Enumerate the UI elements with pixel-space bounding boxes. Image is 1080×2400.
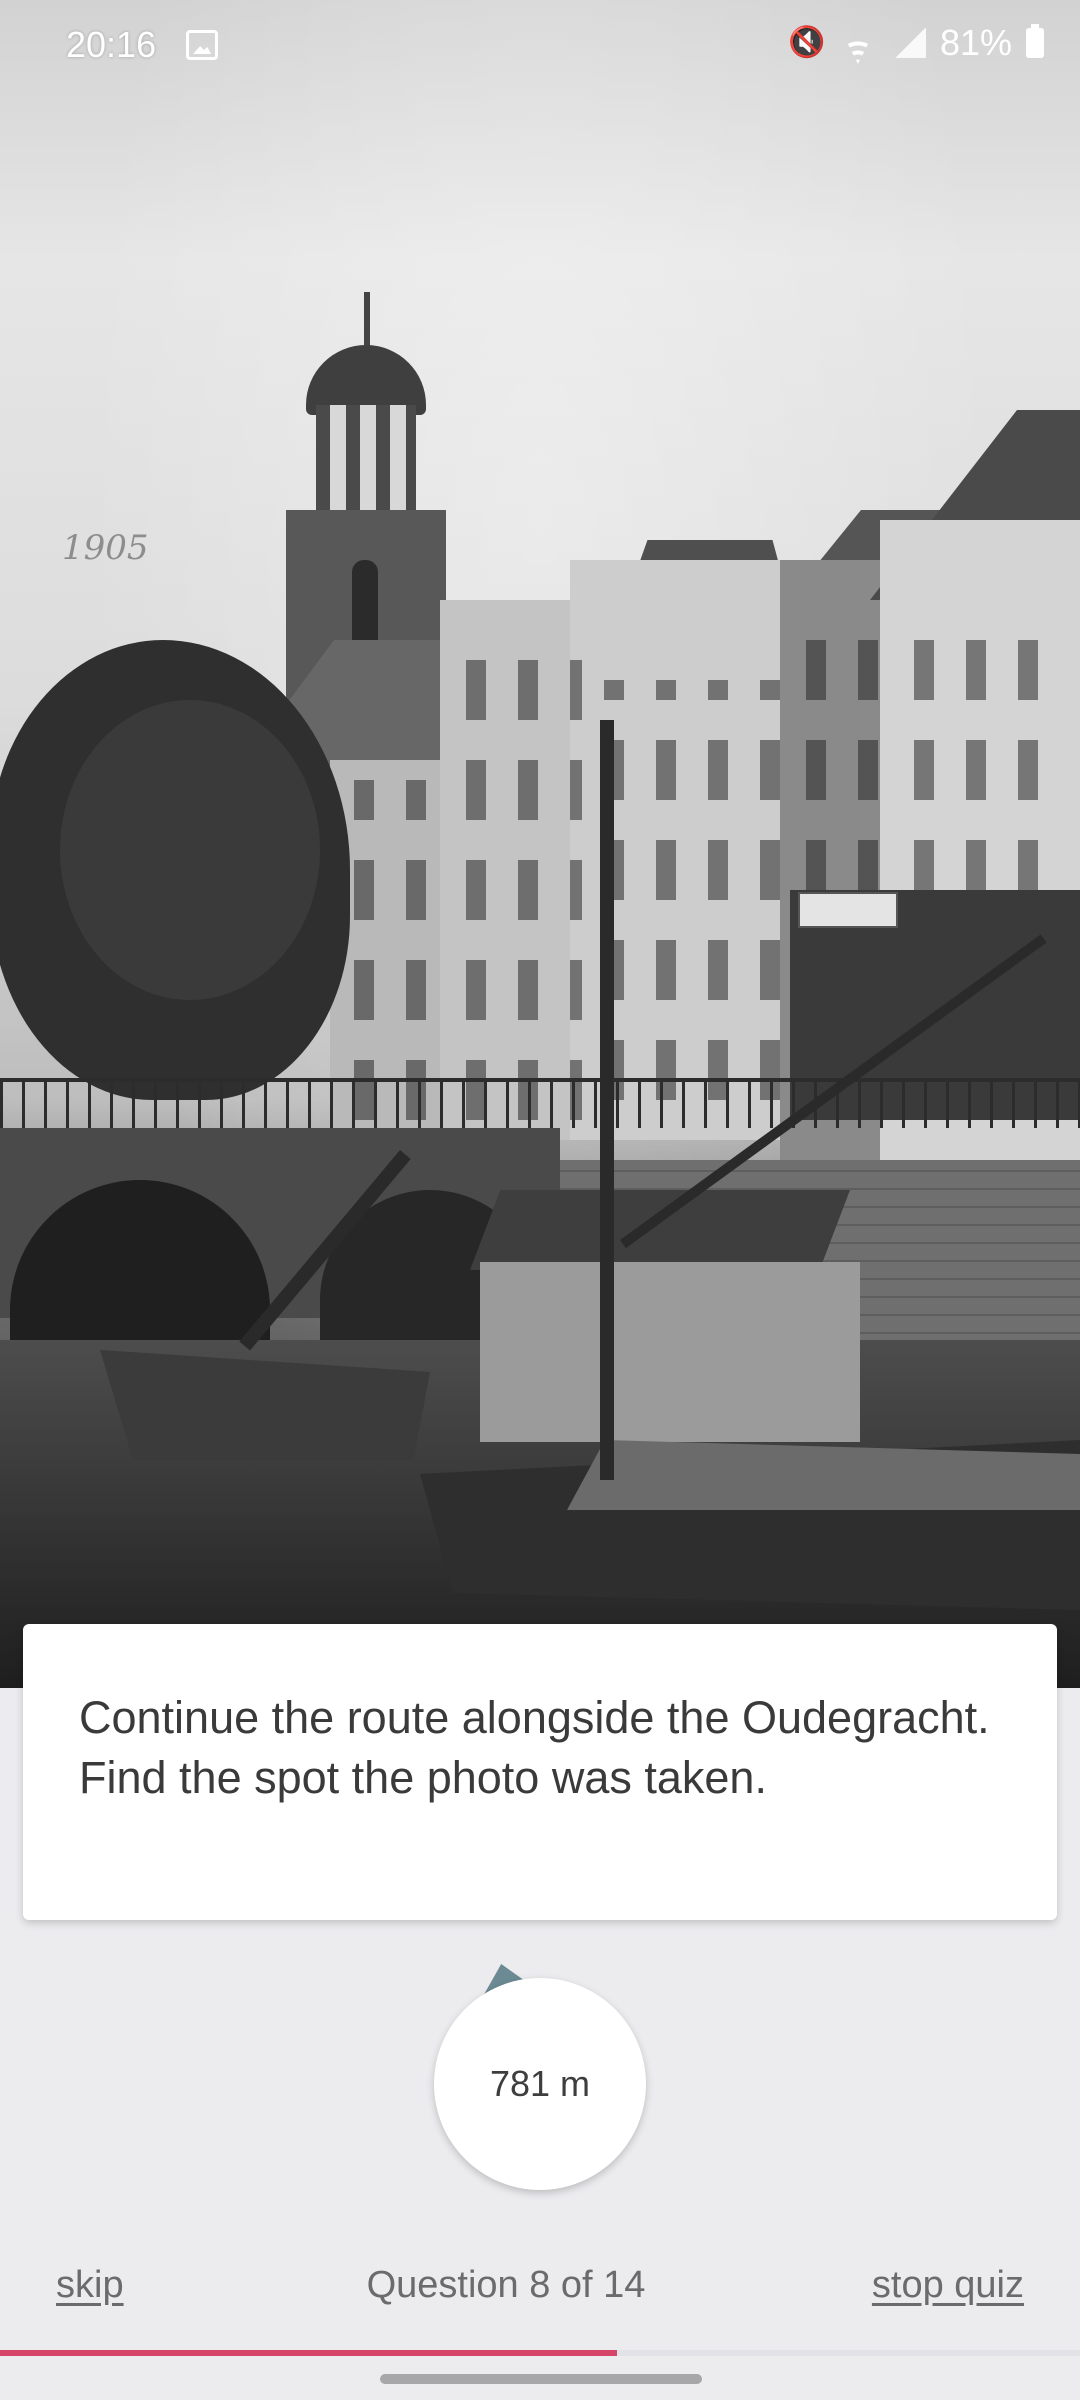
gesture-nav-handle[interactable] — [380, 2374, 702, 2384]
distance-value: 781 m — [489, 2063, 591, 2104]
gallery-icon — [186, 30, 218, 60]
question-text: Continue the route alongside the Oudegra… — [79, 1692, 990, 1803]
mute-icon: 🔇 — [787, 26, 826, 59]
distance-indicator: 781 m — [434, 1960, 646, 2190]
quiz-progress-bar — [0, 2350, 1080, 2356]
wharf-shed — [480, 1262, 860, 1442]
wifi-icon — [836, 26, 880, 60]
battery-icon — [1026, 24, 1044, 58]
house-windows — [590, 680, 780, 1100]
tree — [60, 700, 320, 1000]
battery-percent: 81% — [939, 22, 1012, 63]
house-windows — [452, 640, 582, 1120]
quiz-progress-fill — [0, 2350, 618, 2356]
church-tower-spire — [364, 292, 370, 352]
shop-sign — [798, 892, 898, 928]
church-tower-lantern — [316, 405, 416, 515]
photo-year-label: 1905 — [62, 528, 149, 568]
barge-mast — [600, 720, 614, 1480]
wharf-shed-roof — [470, 1190, 850, 1270]
historic-photo: 1905 — [0, 0, 1080, 1688]
question-card: Continue the route alongside the Oudegra… — [23, 1624, 1057, 1920]
status-icons: 🔇 81% — [788, 22, 1044, 64]
house-windows — [340, 780, 450, 1120]
status-time: 20:16 — [66, 24, 157, 65]
distance-circle: 781 m — [434, 1978, 646, 2190]
church-tower-window — [352, 560, 378, 650]
quiz-screen: 1905 20:16 🔇 81% Continue the route alon… — [0, 0, 1080, 2400]
signal-icon — [893, 28, 926, 58]
status-bar: 20:16 🔇 81% — [0, 0, 1080, 90]
quiz-footer: skip Question 8 of 14 stop quiz — [0, 2250, 1080, 2330]
stop-quiz-link[interactable]: stop quiz — [872, 2264, 1024, 2307]
bridge-railing — [0, 1078, 1080, 1128]
